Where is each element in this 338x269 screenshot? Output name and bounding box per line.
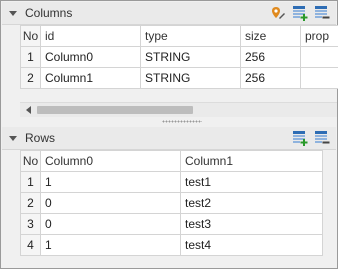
dataset-editor: Columns No id type size prop 1 Column0 S… (0, 0, 338, 269)
cell-prop[interactable] (300, 46, 338, 68)
columns-toolbar (270, 5, 330, 21)
cell-column1[interactable]: test2 (180, 192, 323, 214)
col-header-no[interactable]: No (20, 25, 41, 47)
columns-panel-title: Columns (25, 6, 73, 20)
rows-table-header: No Column0 Column1 (20, 150, 323, 172)
scrollbar-thumb[interactable] (37, 106, 193, 114)
table-row[interactable]: 1 1 test1 (20, 171, 323, 193)
cell-type[interactable]: STRING (140, 67, 241, 89)
col-header-id[interactable]: id (40, 25, 141, 47)
table-row[interactable]: 4 1 test4 (20, 234, 323, 256)
add-column-icon[interactable] (292, 5, 308, 21)
edit-pin-icon[interactable] (270, 5, 286, 21)
cell-column0[interactable]: 1 (40, 171, 181, 193)
col-header-no[interactable]: No (20, 150, 41, 172)
remove-column-icon[interactable] (314, 5, 330, 21)
table-row[interactable]: 1 Column0 STRING 256 (20, 46, 338, 68)
col-header-type[interactable]: type (140, 25, 241, 47)
rows-panel-title: Rows (25, 131, 56, 145)
row-number: 4 (20, 234, 41, 256)
col-header-column0[interactable]: Column0 (40, 150, 181, 172)
cell-column1[interactable]: test4 (180, 234, 323, 256)
row-number: 1 (20, 46, 41, 68)
columns-table: No id type size prop 1 Column0 STRING 25… (20, 25, 338, 89)
remove-row-icon[interactable] (314, 130, 330, 146)
table-row[interactable]: 2 0 test2 (20, 192, 323, 214)
col-header-size[interactable]: size (240, 25, 301, 47)
cell-prop[interactable] (300, 67, 338, 89)
horizontal-scrollbar[interactable] (20, 102, 337, 117)
cell-size[interactable]: 256 (240, 46, 301, 68)
cell-column0[interactable]: 0 (40, 192, 181, 214)
scroll-left-arrow-icon[interactable] (26, 106, 31, 114)
columns-panel-header[interactable]: Columns (2, 2, 336, 25)
rows-table: No Column0 Column1 1 1 test1 2 0 test2 3… (20, 150, 323, 256)
cell-column1[interactable]: test1 (180, 171, 323, 193)
cell-column1[interactable]: test3 (180, 213, 323, 235)
splitter-grip[interactable] (162, 120, 202, 123)
cell-column0[interactable]: 0 (40, 213, 181, 235)
collapse-arrow-icon[interactable] (9, 10, 17, 16)
add-row-icon[interactable] (292, 130, 308, 146)
rows-panel-header[interactable]: Rows (2, 127, 336, 150)
col-header-column1[interactable]: Column1 (180, 150, 323, 172)
rows-toolbar (292, 130, 330, 146)
row-number: 3 (20, 213, 41, 235)
cell-id[interactable]: Column1 (40, 67, 141, 89)
table-row[interactable]: 3 0 test3 (20, 213, 323, 235)
row-number: 2 (20, 67, 41, 89)
cell-id[interactable]: Column0 (40, 46, 141, 68)
columns-table-header: No id type size prop (20, 25, 338, 47)
row-number: 2 (20, 192, 41, 214)
cell-size[interactable]: 256 (240, 67, 301, 89)
cell-column0[interactable]: 1 (40, 234, 181, 256)
cell-type[interactable]: STRING (140, 46, 241, 68)
table-row[interactable]: 2 Column1 STRING 256 (20, 67, 338, 89)
row-number: 1 (20, 171, 41, 193)
collapse-arrow-icon[interactable] (9, 135, 17, 141)
col-header-prop[interactable]: prop (300, 25, 338, 47)
